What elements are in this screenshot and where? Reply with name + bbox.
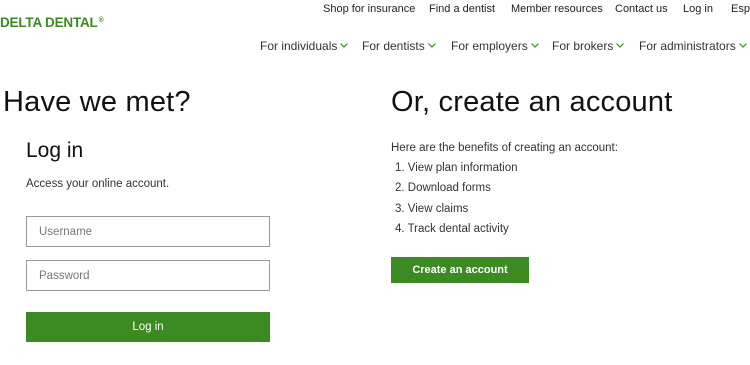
util-link-espanol[interactable]: Espa xyxy=(731,3,750,15)
create-account-heading: Or, create an account xyxy=(391,86,673,118)
nav-for-administrators[interactable]: For administrators xyxy=(639,39,747,53)
nav-label: For dentists xyxy=(362,39,425,53)
list-item: 4. Track dental activity xyxy=(395,222,509,235)
username-input[interactable] xyxy=(26,216,270,247)
nav-for-employers[interactable]: For employers xyxy=(451,39,539,53)
utility-nav: Shop for insurance Find a dentist Member… xyxy=(0,3,750,17)
util-link-log-in[interactable]: Log in xyxy=(683,3,713,15)
have-we-met-heading: Have we met? xyxy=(3,86,191,118)
util-link-shop-for-insurance[interactable]: Shop for insurance xyxy=(323,3,415,15)
login-title: Log in xyxy=(26,139,84,162)
benefits-list: 1. View plan information 2. Download for… xyxy=(395,160,518,241)
util-link-contact-us[interactable]: Contact us xyxy=(615,3,668,15)
nav-label: For employers xyxy=(451,39,528,53)
nav-label: For administrators xyxy=(639,39,736,53)
chevron-down-icon xyxy=(340,43,349,48)
logo-text: DELTA DENTAL xyxy=(0,15,98,30)
nav-label: For brokers xyxy=(552,39,614,53)
nav-label: For individuals xyxy=(260,39,338,53)
login-button[interactable]: Log in xyxy=(26,312,270,342)
list-item: 1. View plan information xyxy=(395,162,518,174)
util-link-member-resources[interactable]: Member resources xyxy=(511,3,603,15)
nav-for-brokers[interactable]: For brokers xyxy=(552,39,625,53)
chevron-down-icon xyxy=(738,43,747,48)
create-account-button[interactable]: Create an account xyxy=(391,257,529,283)
main-nav: For individuals For dentists For employe… xyxy=(0,39,750,55)
login-subtitle: Access your online account. xyxy=(26,178,170,190)
password-input[interactable] xyxy=(26,260,270,291)
chevron-down-icon xyxy=(530,43,539,48)
chevron-down-icon xyxy=(616,43,625,48)
nav-for-individuals[interactable]: For individuals xyxy=(260,39,349,53)
list-item: 3. View claims xyxy=(395,202,469,215)
registered-mark: ® xyxy=(98,16,104,24)
list-item: 2. Download forms xyxy=(395,182,491,195)
util-link-find-a-dentist[interactable]: Find a dentist xyxy=(429,3,495,15)
delta-dental-logo[interactable]: DELTA DENTAL® xyxy=(0,15,104,30)
chevron-down-icon xyxy=(427,43,436,48)
nav-for-dentists[interactable]: For dentists xyxy=(362,39,436,53)
benefits-intro: Here are the benefits of creating an acc… xyxy=(391,142,618,154)
